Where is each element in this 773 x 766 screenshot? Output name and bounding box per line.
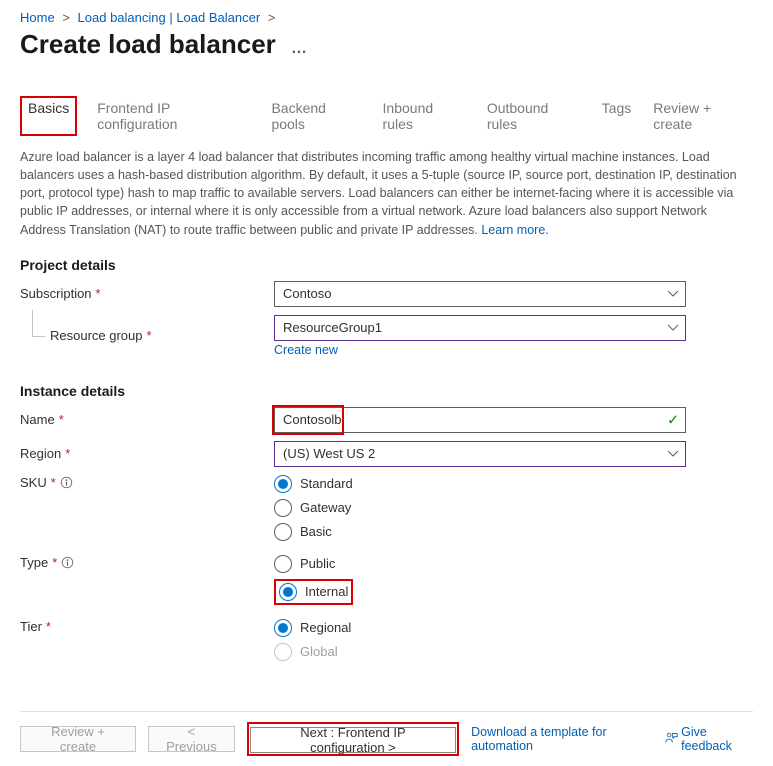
breadcrumb-loadbalancing[interactable]: Load balancing | Load Balancer [78,10,261,25]
label-sku: SKU * [20,475,274,490]
next-button[interactable]: Next : Frontend IP configuration > [250,727,456,753]
wizard-footer: Review + create < Previous Next : Fronte… [20,711,753,756]
breadcrumb-sep: > [268,10,276,25]
radio-icon [274,499,292,517]
name-input[interactable]: Contosolb ✓ [274,407,686,433]
label-type: Type * [20,555,274,570]
label-resource-group: Resource group * [20,328,274,343]
field-name: Name * Contosolb ✓ [20,407,753,433]
label-tier: Tier * [20,619,274,634]
tab-tags[interactable]: Tags [600,96,634,136]
info-icon[interactable] [60,476,73,489]
label-name-text: Name [20,412,55,427]
tier-global-radio: Global [274,643,686,661]
field-subscription: Subscription * Contoso [20,281,753,307]
radio-icon [279,583,297,601]
breadcrumb: Home > Load balancing | Load Balancer > [20,10,753,25]
description-body: Azure load balancer is a layer 4 load ba… [20,150,737,237]
page-title-text: Create load balancer [20,29,276,59]
label-name: Name * [20,412,274,427]
description-text: Azure load balancer is a layer 4 load ba… [20,148,753,239]
type-internal-label: Internal [305,584,348,599]
field-tier: Tier * Regional Global [20,619,753,661]
learn-more-link[interactable]: Learn more. [481,223,548,237]
type-public-radio[interactable]: Public [274,555,686,573]
radio-icon [274,619,292,637]
tab-review-create[interactable]: Review + create [651,96,753,136]
field-region: Region * (US) West US 2 [20,441,753,467]
label-type-text: Type [20,555,48,570]
chevron-down-icon [667,448,679,460]
label-subscription-text: Subscription [20,286,92,301]
name-value: Contosolb [283,412,342,427]
label-subscription: Subscription * [20,286,274,301]
label-sku-text: SKU [20,475,47,490]
radio-icon [274,523,292,541]
sku-basic-radio[interactable]: Basic [274,523,686,541]
tier-regional-label: Regional [300,620,351,635]
section-project-details: Project details [20,257,753,273]
wizard-tabs: Basics Frontend IP configuration Backend… [20,96,753,136]
check-icon: ✓ [667,411,679,428]
chevron-down-icon [667,322,679,334]
label-region: Region * [20,446,274,461]
tab-basics[interactable]: Basics [20,96,77,136]
region-select[interactable]: (US) West US 2 [274,441,686,467]
chevron-down-icon [667,288,679,300]
required-icon: * [96,286,101,301]
region-value: (US) West US 2 [283,446,375,461]
tab-outbound-rules[interactable]: Outbound rules [485,96,582,136]
breadcrumb-sep: > [62,10,70,25]
resource-group-select[interactable]: ResourceGroup1 [274,315,686,341]
highlight-internal-icon: Internal [274,579,353,605]
tier-regional-radio[interactable]: Regional [274,619,686,637]
required-icon: * [65,446,70,461]
field-sku: SKU * Standard Gateway Basic [20,475,753,541]
sku-gateway-label: Gateway [300,500,351,515]
create-new-rg-link[interactable]: Create new [274,343,338,357]
tab-frontend-ip[interactable]: Frontend IP configuration [95,96,251,136]
subscription-select[interactable]: Contoso [274,281,686,307]
required-icon: * [46,619,51,634]
tier-radio-group: Regional Global [274,619,686,661]
radio-icon [274,475,292,493]
breadcrumb-home[interactable]: Home [20,10,55,25]
field-resource-group: Resource group * ResourceGroup1 Create n… [20,315,753,357]
required-icon: * [51,475,56,490]
type-radio-group: Public Internal [274,555,686,605]
radio-icon [274,555,292,573]
radio-icon [274,643,292,661]
resource-group-value: ResourceGroup1 [283,320,382,335]
field-type: Type * Public Internal [20,555,753,605]
label-resource-group-text: Resource group [50,328,143,343]
sku-standard-label: Standard [300,476,353,491]
section-instance-details: Instance details [20,383,753,399]
info-icon[interactable] [61,556,74,569]
tier-global-label: Global [300,644,338,659]
required-icon: * [59,412,64,427]
type-internal-radio[interactable]: Internal [279,583,348,601]
sku-standard-radio[interactable]: Standard [274,475,686,493]
tab-backend-pools[interactable]: Backend pools [269,96,362,136]
subscription-value: Contoso [283,286,331,301]
label-tier-text: Tier [20,619,42,634]
tab-inbound-rules[interactable]: Inbound rules [381,96,467,136]
sku-gateway-radio[interactable]: Gateway [274,499,686,517]
required-icon: * [147,328,152,343]
sku-radio-group: Standard Gateway Basic [274,475,686,541]
sku-basic-label: Basic [300,524,332,539]
more-actions-icon[interactable]: … [291,40,307,57]
required-icon: * [52,555,57,570]
page-title: Create load balancer … [20,29,753,60]
type-public-label: Public [300,556,335,571]
label-region-text: Region [20,446,61,461]
